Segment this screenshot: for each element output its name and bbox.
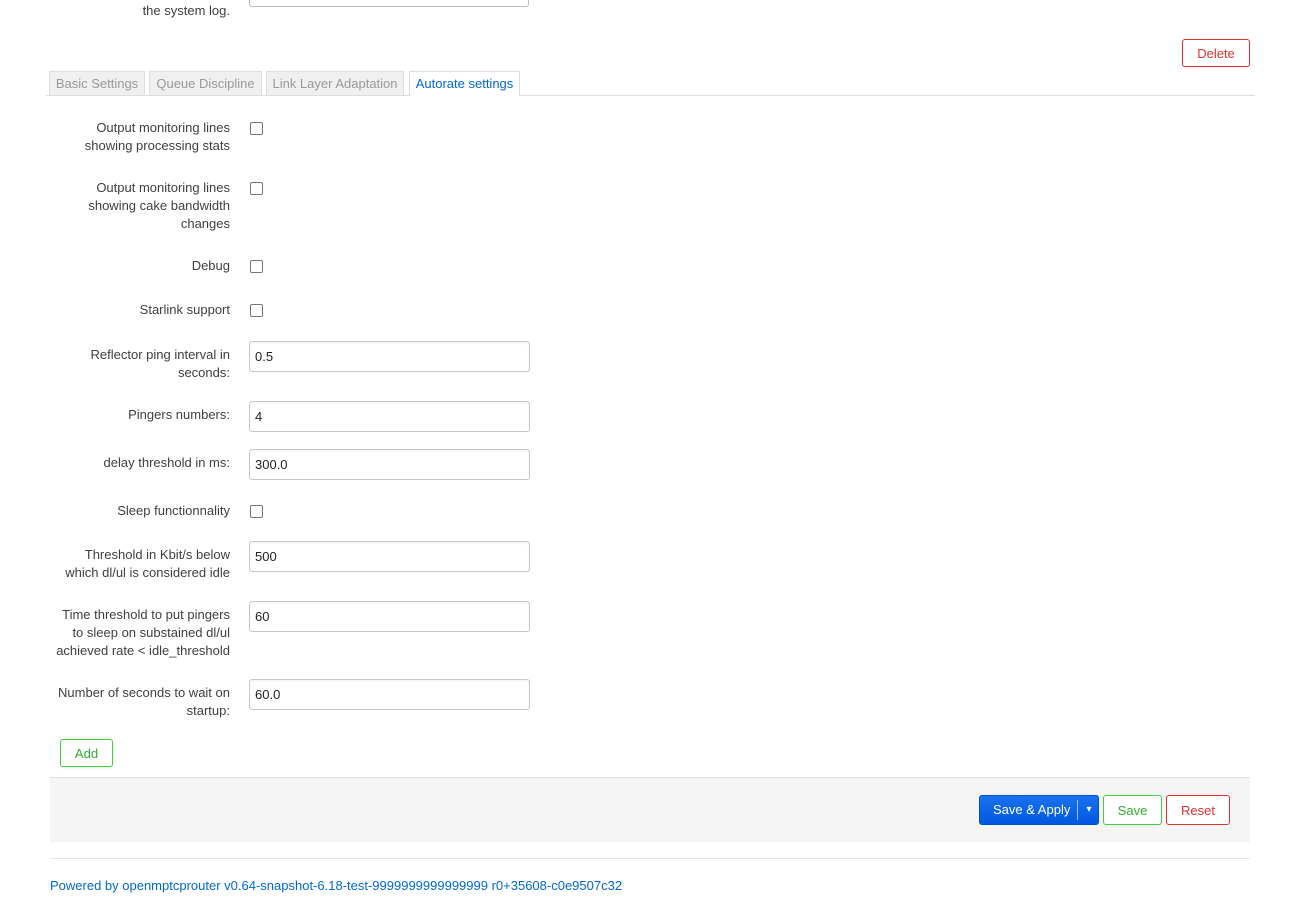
- delete-button[interactable]: Delete: [1182, 39, 1250, 67]
- save-apply-label[interactable]: Save & Apply: [993, 796, 1070, 824]
- save-button[interactable]: Save: [1103, 795, 1162, 825]
- field-label: Debug: [191, 258, 230, 273]
- field-label: Output monitoring lines showing cake ban…: [88, 180, 230, 231]
- footer: Powered by openmptcprouter v0.64-snapsho…: [50, 877, 622, 895]
- pingers-input[interactable]: [249, 401, 530, 432]
- field-label: Number of seconds to wait on startup:: [58, 685, 230, 718]
- tab-autorate-settings[interactable]: Autorate settings: [409, 71, 520, 96]
- debug-checkbox[interactable]: [250, 260, 263, 273]
- caret-down-icon[interactable]: ▾: [1081, 796, 1097, 824]
- field-label: Pingers numbers:: [128, 407, 230, 422]
- tab-link-layer-adaptation[interactable]: Link Layer Adaptation: [266, 71, 404, 95]
- save-apply-button[interactable]: Save & Apply ▾: [979, 795, 1099, 825]
- footer-version-link[interactable]: openmptcprouter v0.64-snapshot-6.18-test…: [122, 878, 622, 893]
- reset-button[interactable]: Reset: [1166, 795, 1230, 825]
- settings-tabs: Basic Settings Queue Discipline Link Lay…: [46, 71, 1255, 96]
- footer-prefix: Powered by: [50, 878, 123, 893]
- startup-wait-input[interactable]: [249, 679, 530, 710]
- sleep-time-input[interactable]: [249, 601, 530, 632]
- starlink-checkbox[interactable]: [250, 304, 263, 317]
- delay-threshold-input[interactable]: [249, 449, 530, 480]
- previous-field-row: the system log.: [0, 0, 1300, 30]
- tab-basic-settings[interactable]: Basic Settings: [49, 71, 145, 95]
- field-label: delay threshold in ms:: [103, 455, 230, 470]
- field-label: Sleep functionnality: [117, 503, 230, 518]
- idle-threshold-input[interactable]: [249, 541, 530, 572]
- field-label: Threshold in Kbit/s below which dl/ul is…: [65, 547, 230, 580]
- sleep-checkbox[interactable]: [250, 505, 263, 518]
- field-label: Time threshold to put pingers to sleep o…: [56, 607, 230, 658]
- previous-field-input[interactable]: [249, 0, 529, 7]
- previous-field-label: the system log.: [142, 3, 230, 18]
- output-stats-checkbox[interactable]: [250, 122, 263, 135]
- field-label: Output monitoring lines showing processi…: [84, 120, 230, 153]
- form-actions: Save & Apply ▾ Save Reset: [50, 777, 1250, 842]
- field-label: Starlink support: [139, 302, 230, 317]
- tab-queue-discipline[interactable]: Queue Discipline: [149, 71, 262, 95]
- field-label: Reflector ping interval in seconds:: [90, 347, 230, 380]
- save-apply-divider: [1077, 800, 1078, 820]
- output-bandwidth-checkbox[interactable]: [250, 182, 263, 195]
- ping-interval-input[interactable]: [249, 341, 530, 372]
- add-button[interactable]: Add: [60, 739, 113, 767]
- footer-divider: [50, 858, 1250, 859]
